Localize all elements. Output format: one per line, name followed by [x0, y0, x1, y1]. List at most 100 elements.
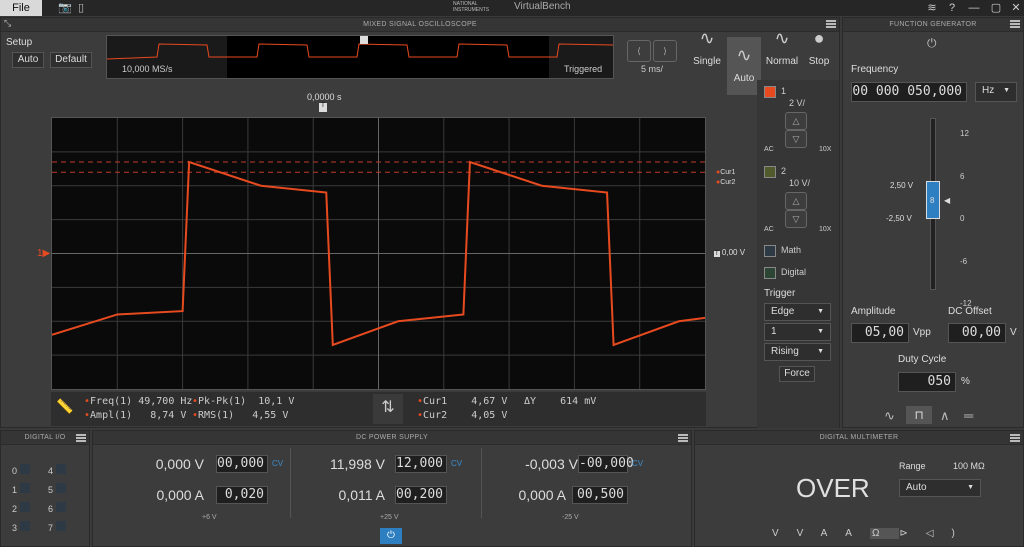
meas-pkpk-value: 10,1 V: [258, 396, 295, 407]
sine-wave-button[interactable]: ∿: [884, 408, 895, 424]
dc-current-button[interactable]: A: [821, 528, 846, 539]
channel2-scale-up[interactable]: △: [785, 192, 807, 210]
dmm-range-select[interactable]: Auto: [899, 479, 981, 497]
cursor2-label[interactable]: ●Cur2: [716, 178, 735, 188]
default-setup-button[interactable]: Default: [50, 52, 92, 68]
dio-state[interactable]: [20, 521, 31, 531]
math-channel[interactable]: Math: [757, 244, 839, 260]
channel1-ground-marker[interactable]: 1▶: [37, 248, 50, 259]
channel1-coupling[interactable]: AC: [764, 146, 774, 153]
save-file-icon[interactable]: ▯: [78, 1, 84, 15]
channel1-enable[interactable]: [764, 86, 776, 98]
diode-button[interactable]: ⊳: [899, 528, 925, 539]
level-link-icon[interactable]: 8: [930, 196, 934, 205]
rail-6v-voltage-set[interactable]: 00,000: [216, 455, 268, 473]
dio-line[interactable]: 4: [48, 462, 67, 481]
rail-neg25v-current: 0,000 A: [518, 487, 567, 503]
dio-line[interactable]: 3: [12, 519, 31, 538]
force-trigger-button[interactable]: Force: [779, 366, 815, 382]
channel2-scale-down[interactable]: ▽: [785, 210, 807, 228]
dio-line[interactable]: 6: [48, 500, 67, 519]
dc-voltage-button[interactable]: V: [772, 528, 797, 539]
dio-line[interactable]: 7: [48, 519, 67, 538]
dmm-menu-icon[interactable]: [1010, 434, 1020, 442]
level-offset-marker[interactable]: ◀: [944, 196, 950, 205]
dio-line[interactable]: 5: [48, 481, 67, 500]
rail-25v-voltage-set[interactable]: 12,000: [395, 455, 447, 473]
maximize-button[interactable]: ▢: [986, 0, 1006, 16]
trigger-level-label[interactable]: T 0,00 V: [714, 248, 745, 257]
digital-enable[interactable]: [764, 267, 776, 279]
channel2-probe[interactable]: 10X: [819, 226, 831, 233]
triangle-wave-button[interactable]: ∧: [940, 408, 950, 424]
dc-power-button[interactable]: ⏻: [380, 528, 402, 544]
minimize-button[interactable]: —: [964, 0, 984, 16]
dio-state[interactable]: [20, 483, 31, 493]
rail-25v-current-set[interactable]: 00,200: [395, 486, 447, 504]
channel1-scale-up[interactable]: △: [785, 112, 807, 130]
timebase-up-button[interactable]: ⟩: [653, 40, 677, 62]
duty-cycle-input[interactable]: 050: [898, 372, 956, 392]
scope-screen[interactable]: [51, 117, 706, 390]
amplitude-input[interactable]: 05,00: [851, 323, 909, 343]
digital-channel[interactable]: Digital: [757, 266, 839, 282]
rail-6v-current-set[interactable]: 0,020: [216, 486, 268, 504]
dio-menu-icon[interactable]: [76, 434, 86, 442]
dc-wave-button[interactable]: ═: [964, 408, 973, 423]
rail-neg25v-voltage-set[interactable]: -00,000: [578, 455, 634, 473]
collapse-icon[interactable]: ⤡: [4, 18, 11, 29]
dio-line[interactable]: 0: [12, 462, 31, 481]
dio-state[interactable]: [56, 483, 67, 493]
dio-line-number: 0: [12, 466, 18, 476]
rail-25v-voltage: 11,998 V: [329, 456, 385, 472]
cursor-tool-icon[interactable]: ⇅: [373, 394, 403, 424]
mode-stop-button[interactable]: ● Stop: [802, 20, 836, 78]
mode-normal-button[interactable]: ∿ Normal: [763, 20, 801, 78]
channel1-scale-down[interactable]: ▽: [785, 130, 807, 148]
fg-menu-icon[interactable]: [1010, 20, 1020, 28]
timebase-down-button[interactable]: ⟨: [627, 40, 651, 62]
offset-input[interactable]: 00,00: [948, 323, 1006, 343]
dio-line[interactable]: 1: [12, 481, 31, 500]
channel1-probe[interactable]: 10X: [819, 146, 831, 153]
mode-auto-button[interactable]: ∿ Auto: [727, 37, 761, 95]
dio-state[interactable]: [56, 464, 67, 474]
ac-current-button[interactable]: A: [845, 528, 870, 539]
help-button[interactable]: ?: [942, 0, 962, 16]
continuity-button[interactable]: ◁): [926, 528, 973, 539]
dio-line-number: 7: [48, 523, 54, 533]
mode-single-button[interactable]: ∿ Single: [688, 20, 726, 78]
trigger-position-marker[interactable]: T: [319, 103, 327, 112]
trigger-type-select[interactable]: Edge: [764, 303, 831, 321]
dio-state[interactable]: [56, 521, 67, 531]
square-wave-button[interactable]: ⊓: [906, 406, 932, 424]
frequency-unit-select[interactable]: Hz: [975, 82, 1017, 102]
auto-setup-button[interactable]: Auto: [12, 52, 44, 68]
resistance-button[interactable]: Ω: [869, 528, 900, 539]
overview-trigger-marker[interactable]: [360, 36, 368, 44]
trigger-state: Triggered: [564, 64, 603, 74]
rail-6v-voltage: 0,000 V: [155, 456, 204, 472]
rail-neg25v-current-set[interactable]: 00,500: [572, 486, 628, 504]
close-button[interactable]: ✕: [1006, 0, 1024, 16]
ruler-icon[interactable]: 📏: [56, 398, 76, 420]
dio-state[interactable]: [20, 464, 31, 474]
dio-state[interactable]: [20, 502, 31, 512]
channel2-enable[interactable]: [764, 166, 776, 178]
trigger-source-select[interactable]: 1: [764, 323, 831, 341]
file-menu[interactable]: File: [0, 0, 42, 16]
math-enable[interactable]: [764, 245, 776, 257]
dc-menu-icon[interactable]: [678, 434, 688, 442]
frequency-input[interactable]: 00 000 050,000: [851, 82, 967, 102]
fg-power-icon[interactable]: ⏻: [927, 36, 937, 51]
camera-icon[interactable]: 📷: [58, 1, 72, 15]
cursor1-label[interactable]: ●Cur1: [716, 168, 735, 178]
trigger-slope-select[interactable]: Rising: [764, 343, 831, 361]
dio-line[interactable]: 2: [12, 500, 31, 519]
dio-state[interactable]: [56, 502, 67, 512]
wifi-icon[interactable]: ≋: [922, 0, 942, 16]
waveform-overview[interactable]: [106, 35, 614, 79]
channel2-coupling[interactable]: AC: [764, 226, 774, 233]
dmm-reading: OVER: [796, 473, 870, 503]
ac-voltage-button[interactable]: V: [797, 528, 821, 539]
